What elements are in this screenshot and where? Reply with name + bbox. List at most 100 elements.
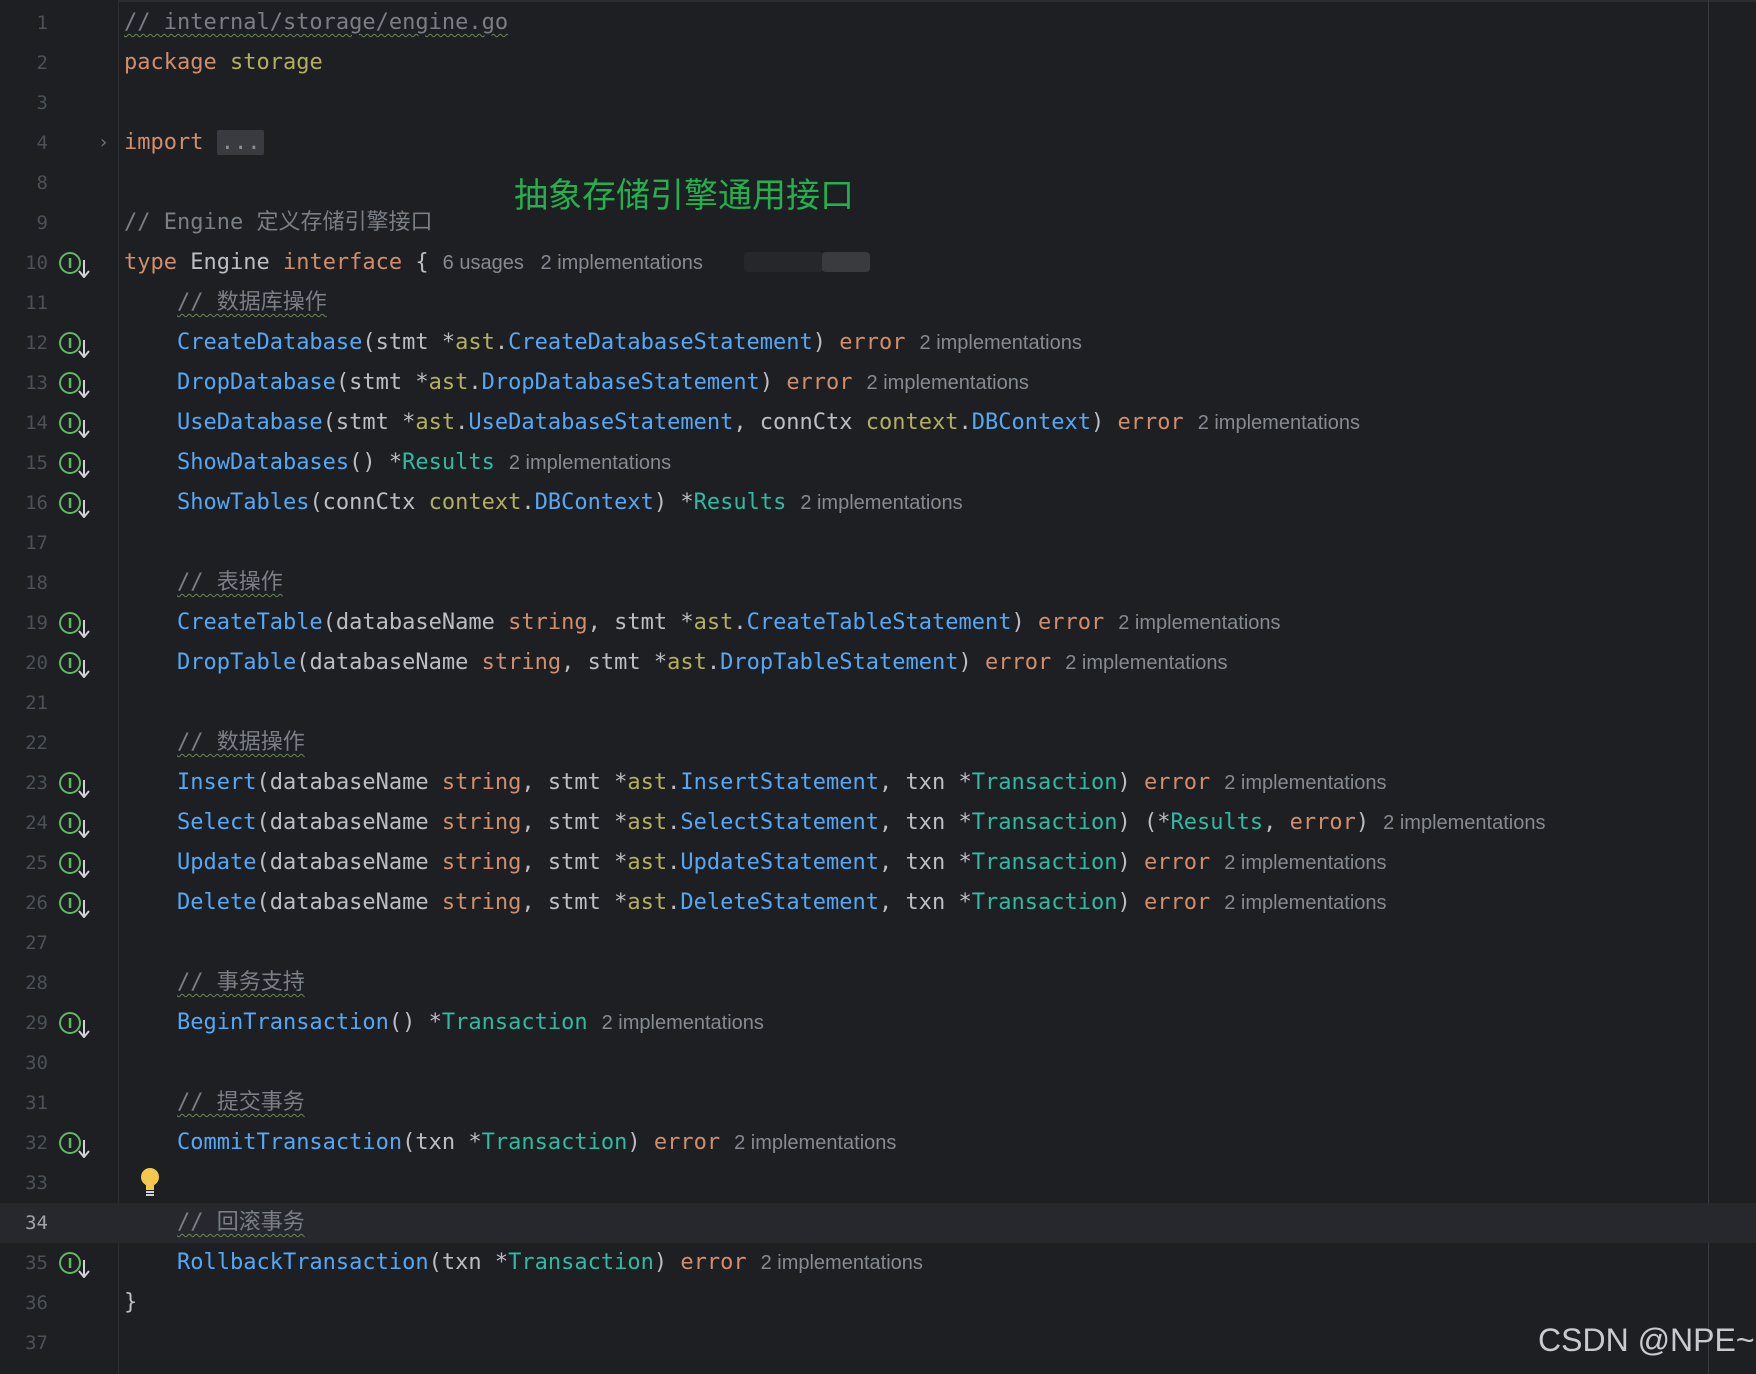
implemented-interface-icon[interactable]: I [58,490,92,519]
line-number[interactable]: 36 [0,1283,48,1323]
code-line[interactable]: 15 I ShowDatabases() *Results 2 implementa… [0,443,1756,483]
line-number[interactable]: 10 [0,243,48,283]
implemented-interface-icon[interactable]: I [58,1250,92,1279]
line-number[interactable]: 16 [0,483,48,523]
code-text[interactable]: // 数据库操作 [124,283,327,323]
line-number[interactable]: 11 [0,283,48,323]
code-text[interactable]: DropTable(databaseName string, stmt *ast… [124,643,1228,683]
code-editor[interactable]: 1 // internal/storage/engine.go 2 package s… [0,0,1756,1374]
code-line[interactable]: 28 // 事务支持 [0,963,1756,1003]
fold-chevron-icon[interactable]: › [98,123,109,163]
usages-inlay-hint[interactable]: 2 implementations [1065,652,1227,674]
code-line[interactable]: 37 [0,1323,1756,1363]
usages-inlay-hint[interactable]: 2 implementations [1118,612,1280,634]
code-line[interactable]: 35 I RollbackTransaction(txn *Transaction… [0,1243,1756,1283]
line-number[interactable]: 19 [0,603,48,643]
line-number[interactable]: 21 [0,683,48,723]
implemented-interface-icon[interactable]: I [58,1130,92,1159]
line-number[interactable]: 37 [0,1323,48,1363]
implemented-interface-icon[interactable]: I [58,330,92,359]
implemented-interface-icon[interactable]: I [58,1010,92,1039]
line-number[interactable]: 34 [0,1203,48,1243]
usages-inlay-hint[interactable]: 2 implementations [602,1012,764,1034]
code-text[interactable]: import ... [124,123,265,163]
implemented-interface-icon[interactable]: I [58,850,92,879]
code-text[interactable]: CommitTransaction(txn *Transaction) erro… [124,1123,896,1163]
line-number[interactable]: 14 [0,403,48,443]
line-number[interactable]: 1 [0,3,48,43]
code-line[interactable]: 16 I ShowTables(connCtx context.DBContext… [0,483,1756,523]
implemented-interface-icon[interactable]: I [58,610,92,639]
usages-inlay-hint[interactable]: 2 implementations [1383,812,1545,834]
code-text[interactable]: BeginTransaction() *Transaction 2 impleme… [124,1003,764,1043]
code-line[interactable]: 1 // internal/storage/engine.go [0,3,1756,43]
line-number[interactable]: 32 [0,1123,48,1163]
usages-inlay-hint[interactable]: 2 implementations [800,492,962,514]
line-number[interactable]: 27 [0,923,48,963]
code-text[interactable]: // 事务支持 [124,963,305,1003]
code-text[interactable]: Select(databaseName string, stmt *ast.Se… [124,803,1545,843]
implemented-interface-icon[interactable]: I [58,890,92,919]
code-line[interactable]: 12 I CreateDatabase(stmt *ast.CreateDatab… [0,323,1756,363]
code-text[interactable]: ShowDatabases() *Results 2 implementation… [124,443,671,483]
code-text[interactable]: CreateDatabase(stmt *ast.CreateDatabaseS… [124,323,1082,363]
line-number[interactable]: 26 [0,883,48,923]
implemented-interface-icon[interactable]: I [58,770,92,799]
code-line[interactable]: 2 package storage [0,43,1756,83]
code-line[interactable]: 34 // 回滚事务 [0,1203,1756,1243]
code-line[interactable]: 4 › import ... [0,123,1756,163]
folded-imports[interactable]: ... [216,130,265,155]
code-text[interactable]: RollbackTransaction(txn *Transaction) er… [124,1243,923,1283]
implemented-interface-icon[interactable]: I [58,410,92,439]
code-line[interactable]: 9 // Engine 定义存储引擎接口 [0,203,1756,243]
line-number[interactable]: 8 [0,163,48,203]
code-line[interactable]: 13 I DropDatabase(stmt *ast.DropDatabaseS… [0,363,1756,403]
code-line[interactable]: 30 [0,1043,1756,1083]
code-text[interactable]: type Engine interface {6 usages 2 implem… [124,243,703,283]
line-number[interactable]: 17 [0,523,48,563]
usages-inlay-hint[interactable]: 2 implementations [1224,772,1386,794]
line-number[interactable]: 12 [0,323,48,363]
code-text[interactable]: DropDatabase(stmt *ast.DropDatabaseState… [124,363,1029,403]
code-line[interactable]: 36} [0,1283,1756,1323]
line-number[interactable]: 2 [0,43,48,83]
code-line[interactable]: 21 [0,683,1756,723]
line-number[interactable]: 3 [0,83,48,123]
code-text[interactable]: // Engine 定义存储引擎接口 [124,203,432,243]
code-line[interactable]: 24 I Select(databaseName string, stmt *as… [0,803,1756,843]
code-line[interactable]: 11 // 数据库操作 [0,283,1756,323]
line-number[interactable]: 18 [0,563,48,603]
implemented-interface-icon[interactable]: I [58,810,92,839]
code-line[interactable]: 23 I Insert(databaseName string, stmt *as… [0,763,1756,803]
usages-inlay-hint[interactable]: 2 implementations [734,1132,896,1154]
lightbulb-icon[interactable] [138,1165,162,1201]
code-line[interactable]: 20 I DropTable(databaseName string, stmt … [0,643,1756,683]
code-line[interactable]: 33 [0,1163,1756,1203]
code-line[interactable]: 31 // 提交事务 [0,1083,1756,1123]
code-line[interactable]: 29 I BeginTransaction() *Transaction 2 imp… [0,1003,1756,1043]
code-text[interactable]: } [124,1283,137,1323]
usages-inlay-hint[interactable]: 6 usages 2 implementations [443,252,703,274]
usages-inlay-hint[interactable]: 2 implementations [761,1252,923,1274]
code-line[interactable]: 22 // 数据操作 [0,723,1756,763]
line-number[interactable]: 20 [0,643,48,683]
code-text[interactable]: ShowTables(connCtx context.DBContext) *R… [124,483,963,523]
line-number[interactable]: 31 [0,1083,48,1123]
code-line[interactable]: 10 Itype Engine interface {6 usages 2 imp… [0,243,1756,283]
code-text[interactable]: // 回滚事务 [124,1203,305,1243]
code-line[interactable]: 19 I CreateTable(databaseName string, stm… [0,603,1756,643]
line-number[interactable]: 22 [0,723,48,763]
line-number[interactable]: 30 [0,1043,48,1083]
implemented-interface-icon[interactable]: I [58,450,92,479]
code-text[interactable]: Update(databaseName string, stmt *ast.Up… [124,843,1387,883]
code-text[interactable]: // internal/storage/engine.go [124,3,508,43]
code-line[interactable]: 17 [0,523,1756,563]
code-text[interactable]: CreateTable(databaseName string, stmt *a… [124,603,1281,643]
usages-inlay-hint[interactable]: 2 implementations [920,332,1082,354]
code-text[interactable]: UseDatabase(stmt *ast.UseDatabaseStateme… [124,403,1360,443]
line-number[interactable]: 33 [0,1163,48,1203]
code-line[interactable]: 3 [0,83,1756,123]
line-number[interactable]: 4 [0,123,48,163]
usages-inlay-hint[interactable]: 2 implementations [509,452,671,474]
line-number[interactable]: 25 [0,843,48,883]
